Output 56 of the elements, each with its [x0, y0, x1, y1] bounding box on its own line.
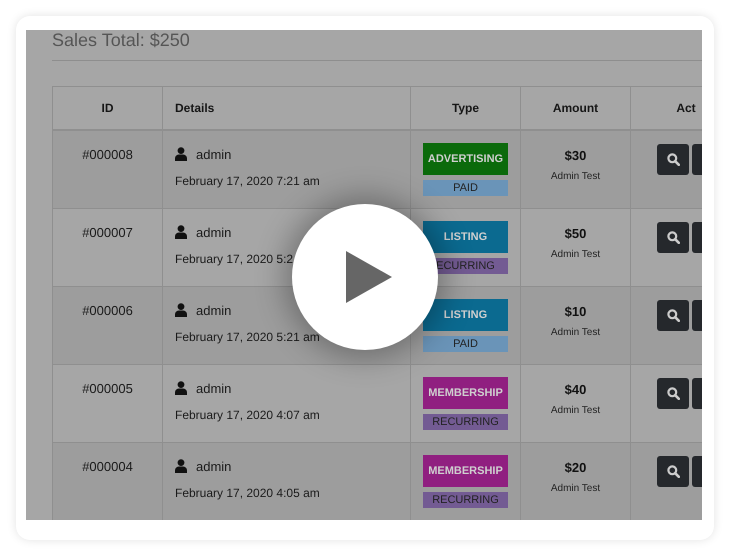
search-icon: [666, 465, 680, 478]
type-tag: MEMBERSHIP: [423, 377, 508, 409]
column-header: Type: [452, 101, 480, 115]
search-icon: [666, 387, 680, 400]
transaction-date: February 17, 2020 4:07 am: [175, 408, 320, 422]
type-tag: ADVERTISING: [423, 143, 508, 175]
user-icon: [175, 381, 187, 395]
column-header: ID: [102, 101, 114, 115]
user-icon: [175, 147, 187, 161]
sales-total: Sales Total: $250: [52, 30, 190, 51]
amount: $30: [564, 148, 586, 163]
user-icon: [175, 303, 187, 317]
amount-note: Admin Test: [550, 249, 600, 260]
username: admin: [196, 146, 232, 162]
column-header: Act: [676, 101, 696, 115]
transaction-date: February 17, 2020 4:05 am: [175, 486, 320, 500]
view-button[interactable]: [657, 222, 689, 253]
transaction-date: February 17, 2020 7:21 am: [175, 174, 320, 188]
view-button[interactable]: [657, 378, 689, 409]
transaction-id: #000004: [82, 459, 133, 474]
amount-note: Admin Test: [550, 405, 600, 416]
username: admin: [196, 380, 232, 396]
type-tag: MEMBERSHIP: [423, 455, 508, 487]
column-header: Details: [175, 101, 214, 115]
type-tag: LISTING: [423, 299, 508, 331]
payment-tag: RECURRING: [423, 492, 508, 508]
amount: $10: [564, 304, 586, 319]
search-icon: [666, 231, 680, 244]
search-icon: [666, 309, 680, 322]
transaction-id: #000006: [82, 303, 133, 318]
transaction-date: February 17, 2020 5:2: [175, 252, 294, 266]
view-button[interactable]: [657, 456, 689, 487]
payment-tag: RECURRING: [423, 414, 508, 430]
transaction-date: February 17, 2020 5:21 am: [175, 330, 320, 344]
amount: $20: [564, 460, 586, 475]
amount-note: Admin Test: [550, 483, 600, 494]
play-icon: [346, 251, 392, 303]
amount-note: Admin Test: [550, 171, 600, 182]
transaction-id: #000005: [82, 381, 133, 396]
type-tag: LISTING: [423, 221, 508, 253]
username: admin: [196, 302, 232, 318]
view-button[interactable]: [657, 144, 689, 175]
column-header: Amount: [552, 101, 598, 115]
username: admin: [196, 224, 232, 240]
payment-tag: PAID: [423, 180, 508, 196]
view-button[interactable]: [657, 300, 689, 331]
payment-tag: PAID: [423, 336, 508, 352]
search-icon: [666, 153, 680, 166]
transaction-id: #000007: [82, 225, 133, 240]
username: admin: [196, 458, 232, 474]
user-icon: [175, 459, 187, 473]
amount-note: Admin Test: [550, 327, 600, 338]
amount: $40: [564, 382, 586, 397]
amount: $50: [564, 226, 586, 241]
user-icon: [175, 225, 187, 239]
transaction-id: #000008: [82, 147, 133, 162]
